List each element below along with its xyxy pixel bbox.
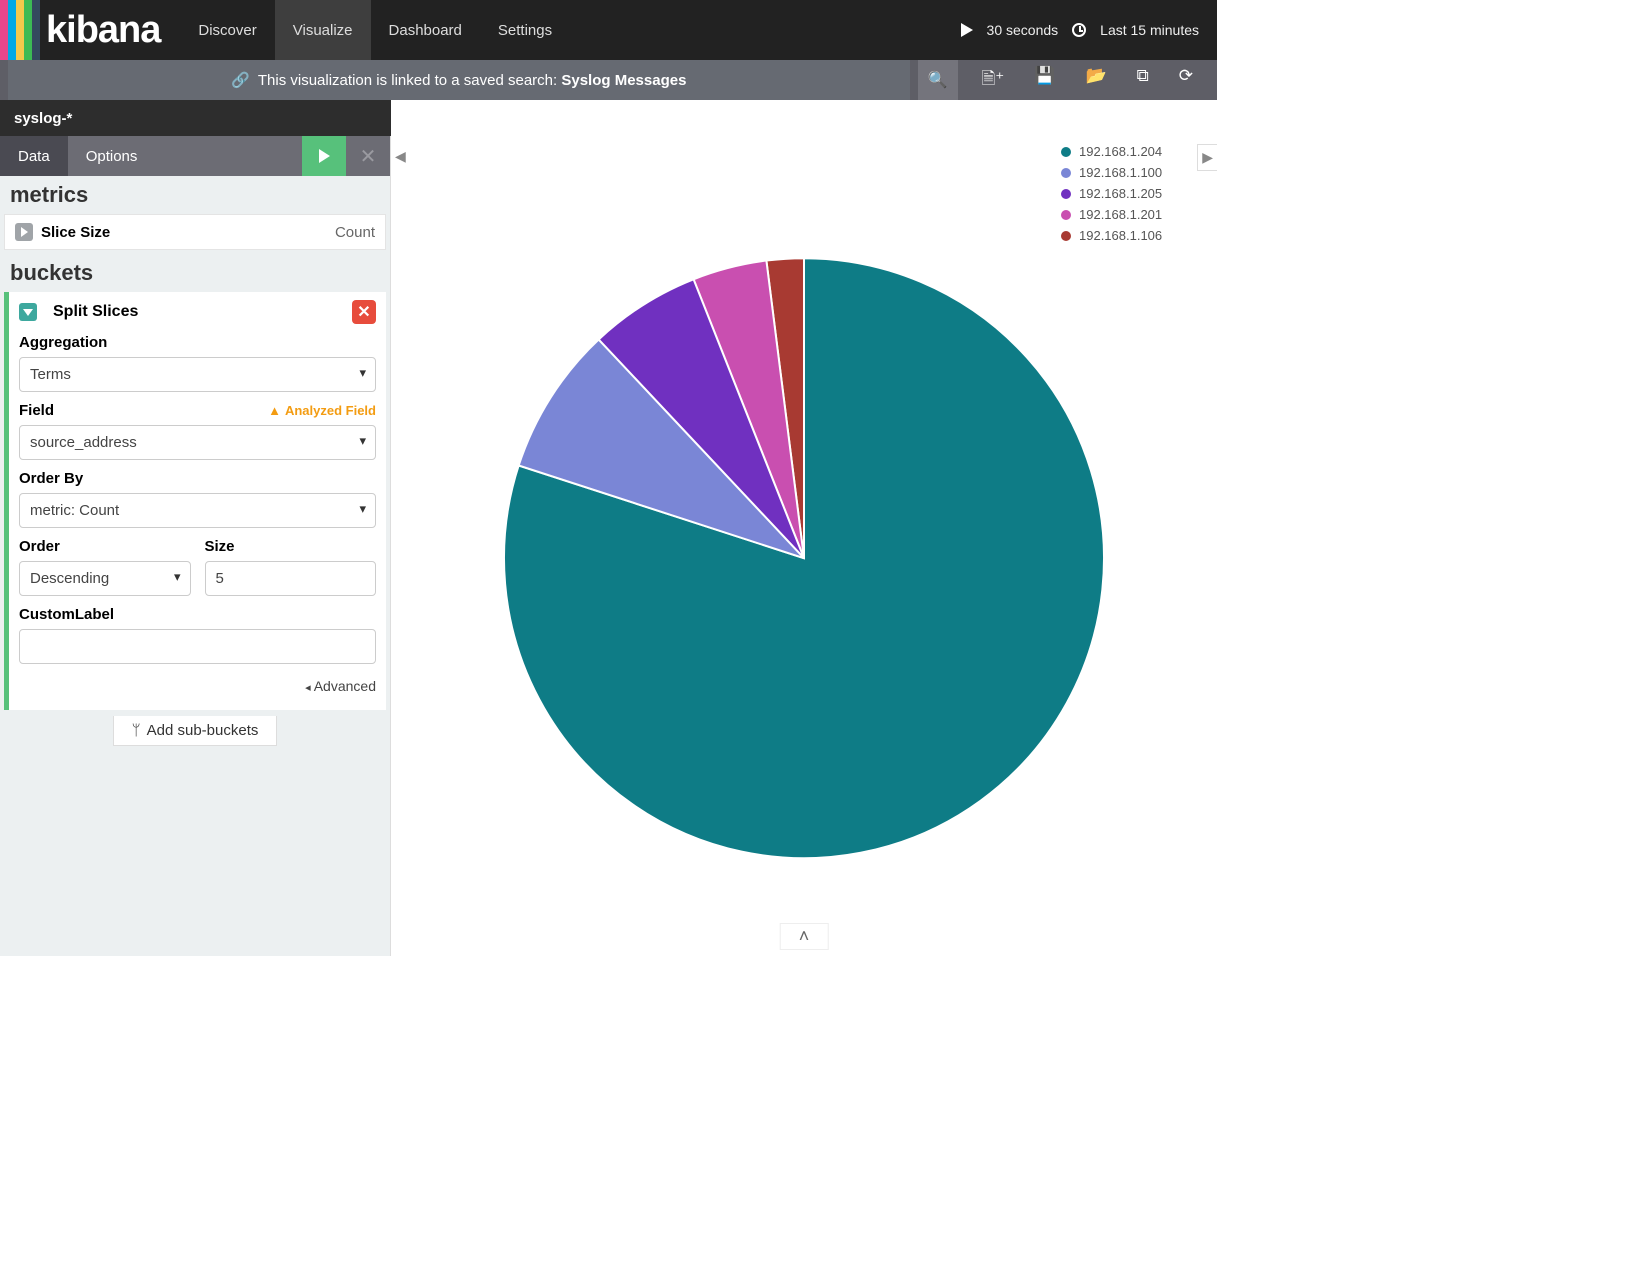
top-right-controls: 30 seconds Last 15 minutes — [961, 0, 1217, 60]
search-icon: 🔍 — [928, 70, 948, 90]
brand-text: kibana — [46, 9, 160, 52]
collapse-sidebar-button[interactable]: ◀ — [391, 144, 410, 169]
collapse-bucket-button[interactable] — [19, 303, 37, 321]
legend-label: 192.168.1.100 — [1079, 165, 1162, 180]
add-sub-label: Add sub-buckets — [147, 722, 259, 739]
bucket-title: Split Slices — [53, 303, 138, 321]
pie-chart[interactable] — [499, 253, 1109, 863]
order-select[interactable]: Descending — [19, 561, 191, 596]
sidebar-content: metrics Slice Size Count buckets Split S… — [0, 176, 390, 956]
collapse-legend-button[interactable]: ▶ — [1197, 144, 1217, 171]
open-icon[interactable]: 📂 — [1085, 66, 1106, 95]
legend-item[interactable]: 192.168.1.106 — [1061, 228, 1209, 243]
linked-prefix: This visualization is linked to a saved … — [258, 72, 561, 89]
legend-item[interactable]: 192.168.1.205 — [1061, 186, 1209, 201]
search-button[interactable]: 🔍 — [918, 60, 958, 100]
legend-label: 192.168.1.205 — [1079, 186, 1162, 201]
expand-metric-button[interactable] — [15, 223, 33, 241]
legend-dot — [1061, 168, 1071, 178]
spy-panel-toggle[interactable]: ˄ — [780, 923, 829, 950]
legend-dot — [1061, 147, 1071, 157]
field-select[interactable]: source_address — [19, 425, 376, 460]
metric-label: Slice Size — [41, 224, 110, 241]
field-label-text: Field — [19, 402, 54, 419]
add-sub-buckets-button[interactable]: ᛘ Add sub-buckets — [113, 716, 278, 746]
order-label: Order — [19, 538, 191, 555]
sub-bar: 🔗 This visualization is linked to a save… — [0, 60, 1217, 100]
legend-item[interactable]: 192.168.1.204 — [1061, 144, 1209, 159]
nav-item-discover[interactable]: Discover — [180, 0, 274, 60]
orderby-select[interactable]: metric: Count — [19, 493, 376, 528]
legend-item[interactable]: 192.168.1.201 — [1061, 207, 1209, 222]
branch-icon: ᛘ — [132, 722, 141, 739]
nav-item-settings[interactable]: Settings — [480, 0, 570, 60]
save-icon[interactable]: 💾 — [1034, 66, 1055, 95]
buckets-heading: buckets — [0, 254, 390, 292]
nav-item-visualize[interactable]: Visualize — [275, 0, 371, 60]
nav-item-dashboard[interactable]: Dashboard — [371, 0, 480, 60]
refresh-icon[interactable]: ⟳ — [1179, 66, 1193, 95]
panel-actions: ✕ — [302, 136, 390, 176]
field-label: Field ▲ Analyzed Field — [19, 402, 376, 419]
linked-search-text: This visualization is linked to a saved … — [258, 72, 687, 89]
top-nav: kibana DiscoverVisualizeDashboardSetting… — [0, 0, 1217, 60]
metrics-heading: metrics — [0, 176, 390, 214]
legend-dot — [1061, 231, 1071, 241]
clock-icon — [1072, 23, 1086, 37]
legend-dot — [1061, 189, 1071, 199]
index-pattern-label: syslog-* — [14, 110, 72, 127]
panel-tab-data[interactable]: Data — [0, 136, 68, 176]
legend-label: 192.168.1.204 — [1079, 144, 1162, 159]
customlabel-label: CustomLabel — [19, 606, 376, 623]
play-icon[interactable] — [961, 23, 973, 37]
legend-dot — [1061, 210, 1071, 220]
play-icon — [319, 149, 330, 163]
time-range[interactable]: Last 15 minutes — [1100, 22, 1199, 38]
analyzed-field-warning[interactable]: ▲ Analyzed Field — [268, 403, 376, 418]
panel-tabs: DataOptions ✕ — [0, 136, 390, 176]
customlabel-input[interactable] — [19, 629, 376, 664]
apply-button[interactable] — [302, 136, 346, 176]
aggregation-label: Aggregation — [19, 334, 376, 351]
legend-label: 192.168.1.201 — [1079, 207, 1162, 222]
discard-button[interactable]: ✕ — [346, 136, 390, 176]
aggregation-select[interactable]: Terms — [19, 357, 376, 392]
size-label: Size — [205, 538, 377, 555]
warning-text: Analyzed Field — [285, 403, 376, 418]
new-icon[interactable]: 🗎⁺ — [982, 66, 1005, 95]
link-icon: 🔗 — [231, 71, 250, 89]
share-icon[interactable]: ⧉ — [1137, 66, 1149, 95]
delete-bucket-button[interactable]: ✕ — [352, 300, 376, 324]
linked-name[interactable]: Syslog Messages — [561, 72, 686, 89]
bucket-block: Split Slices ✕ Aggregation Terms Field ▲… — [4, 292, 386, 710]
subbar-actions: 🗎⁺ 💾 📂 ⧉ ⟳ — [958, 66, 1217, 95]
main-nav: DiscoverVisualizeDashboardSettings — [180, 0, 570, 60]
panel-tab-options[interactable]: Options — [68, 136, 156, 176]
index-pattern-bar[interactable]: syslog-* — [0, 100, 391, 136]
warning-icon: ▲ — [268, 403, 281, 418]
metric-row[interactable]: Slice Size Count — [4, 214, 386, 250]
advanced-toggle[interactable]: Advanced — [19, 678, 376, 694]
refresh-interval[interactable]: 30 seconds — [987, 22, 1059, 38]
linked-search-message: 🔗 This visualization is linked to a save… — [8, 60, 910, 100]
legend-label: 192.168.1.106 — [1079, 228, 1162, 243]
legend-item[interactable]: 192.168.1.100 — [1061, 165, 1209, 180]
main-area: DataOptions ✕ metrics Slice Size Count b… — [0, 136, 1217, 956]
metric-value: Count — [335, 224, 375, 241]
visualization-panel: ◀ ▶ 192.168.1.204192.168.1.100192.168.1.… — [391, 136, 1217, 956]
visualize-sidebar: DataOptions ✕ metrics Slice Size Count b… — [0, 136, 391, 956]
logo-stripes — [0, 0, 40, 60]
size-input[interactable] — [205, 561, 377, 596]
logo[interactable]: kibana — [0, 0, 180, 60]
chart-legend: 192.168.1.204 192.168.1.100 192.168.1.205 1… — [1061, 144, 1209, 249]
bucket-header: Split Slices ✕ — [19, 300, 376, 324]
orderby-label: Order By — [19, 470, 376, 487]
